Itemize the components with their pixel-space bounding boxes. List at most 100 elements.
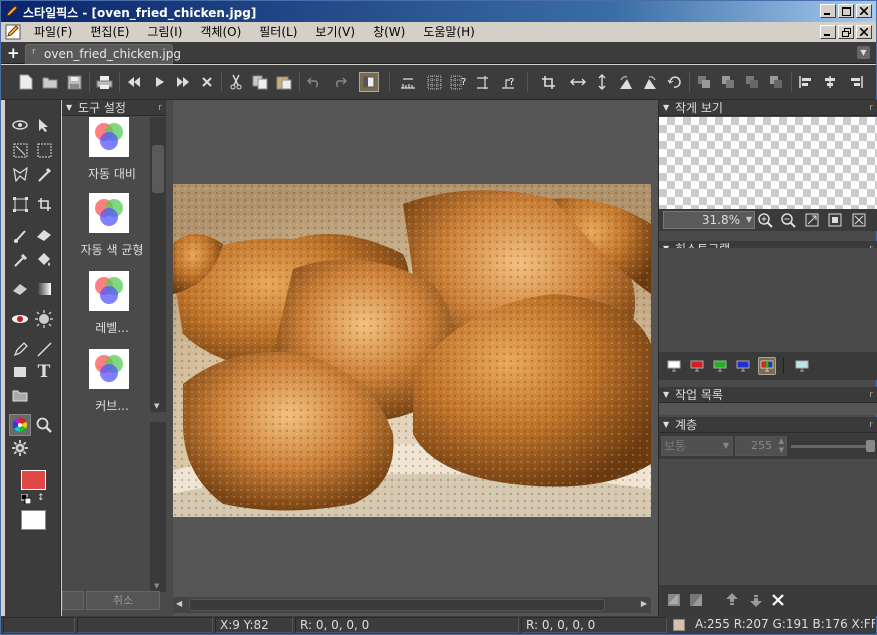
- print-button[interactable]: [95, 73, 113, 91]
- zoom-level-field[interactable]: 31.8% ▼: [663, 211, 755, 229]
- redo-button[interactable]: [331, 73, 349, 91]
- shape-tool[interactable]: [9, 361, 31, 383]
- minimize-button[interactable]: [820, 4, 836, 18]
- clone-tool[interactable]: [9, 248, 31, 270]
- toggle-panel-button[interactable]: [359, 72, 379, 92]
- canvas-splitter[interactable]: [166, 100, 173, 616]
- forward-button[interactable]: [174, 73, 192, 91]
- channel-blue-button[interactable]: [734, 357, 752, 375]
- eye-tool[interactable]: [9, 114, 31, 136]
- menu-edit[interactable]: 편집(E): [81, 24, 138, 40]
- pin-icon[interactable]: r: [869, 387, 873, 403]
- doc-close-button[interactable]: [856, 25, 872, 39]
- new-tab-button[interactable]: +: [7, 44, 20, 62]
- scroll-down-icon[interactable]: ▼: [154, 582, 159, 590]
- bring-forward-button[interactable]: [719, 73, 737, 91]
- guide-button[interactable]: [473, 73, 491, 91]
- pin-icon[interactable]: r: [869, 100, 873, 116]
- duplicate-layer-button[interactable]: [687, 591, 705, 609]
- lasso-tool[interactable]: [9, 163, 31, 185]
- scrollbar-thumb[interactable]: [152, 145, 164, 193]
- eraser-tool[interactable]: [33, 224, 55, 246]
- line-tool[interactable]: [33, 338, 55, 360]
- preset-levels[interactable]: 레벨...: [62, 271, 148, 349]
- first-frame-button[interactable]: [125, 73, 143, 91]
- swap-colors-icon[interactable]: ↕: [37, 493, 45, 503]
- channel-green-button[interactable]: [711, 357, 729, 375]
- cut-button[interactable]: [227, 73, 245, 91]
- smudge-tool[interactable]: [9, 278, 31, 300]
- crop-button[interactable]: [539, 73, 557, 91]
- align-left-button[interactable]: [797, 73, 815, 91]
- pointer-tool[interactable]: [33, 114, 55, 136]
- preset-curves[interactable]: 커브...: [62, 349, 148, 427]
- task-list[interactable]: [659, 403, 877, 415]
- scrollbar-thumb[interactable]: [189, 599, 605, 611]
- fill-tool[interactable]: [33, 248, 55, 270]
- scroll-right-icon[interactable]: ▶: [641, 599, 647, 608]
- options-scrollbar[interactable]: ▼: [150, 422, 166, 592]
- menu-file[interactable]: 파일(F): [25, 24, 81, 40]
- move-layer-down-button[interactable]: [747, 591, 765, 609]
- presets-scrollbar[interactable]: ▼: [150, 117, 166, 412]
- doc-restore-button[interactable]: [838, 25, 854, 39]
- guide-help-button[interactable]: ?: [499, 73, 517, 91]
- pin-icon[interactable]: r: [158, 100, 162, 116]
- align-right-button[interactable]: [847, 73, 865, 91]
- tab-list-button[interactable]: ▼: [857, 46, 870, 59]
- new-layer-button[interactable]: [665, 591, 683, 609]
- apply-button[interactable]: [62, 591, 84, 610]
- scroll-left-icon[interactable]: ◀: [176, 599, 182, 608]
- save-button[interactable]: [65, 73, 83, 91]
- full-screen-button[interactable]: [851, 212, 867, 228]
- canvas-area[interactable]: ◀ ▶: [166, 100, 658, 616]
- flip-horizontal-button[interactable]: [569, 73, 587, 91]
- navigator-preview[interactable]: [659, 117, 877, 209]
- doc-minimize-button[interactable]: [820, 25, 836, 39]
- layers-header[interactable]: ▼ 계층 r: [659, 417, 877, 433]
- document-image[interactable]: [173, 184, 651, 517]
- horizontal-scrollbar[interactable]: ◀ ▶: [173, 597, 651, 613]
- undo-button[interactable]: [305, 73, 323, 91]
- new-button[interactable]: [17, 73, 35, 91]
- task-list-header[interactable]: ▼ 작업 목록 r: [659, 387, 877, 403]
- navigator-header[interactable]: ▼ 작게 보기 r: [659, 100, 877, 116]
- title-bar[interactable]: 스타일픽스 - [oven_fried_chicken.jpg]: [1, 1, 876, 22]
- transform-tool[interactable]: [9, 193, 31, 215]
- text-tool[interactable]: T: [33, 361, 55, 383]
- zoom-tool[interactable]: [33, 414, 55, 436]
- menu-window[interactable]: 창(W): [364, 24, 414, 40]
- zoom-in-button[interactable]: [757, 212, 773, 228]
- delete-layer-button[interactable]: [769, 591, 787, 609]
- grid-button[interactable]: [399, 73, 417, 91]
- align-center-button[interactable]: [821, 73, 839, 91]
- channel-luminance-button[interactable]: [793, 357, 811, 375]
- menu-image[interactable]: 그림(I): [138, 24, 191, 40]
- slider-knob[interactable]: [866, 440, 875, 452]
- rotate-left-button[interactable]: [617, 73, 635, 91]
- show-grid-button[interactable]: [425, 73, 443, 91]
- menu-view[interactable]: 보기(V): [306, 24, 364, 40]
- flip-vertical-button[interactable]: [593, 73, 611, 91]
- document-pencil-icon[interactable]: [5, 24, 21, 40]
- play-button[interactable]: [151, 73, 169, 91]
- open-button[interactable]: [41, 73, 59, 91]
- tool-settings-header[interactable]: ▼ 도구 설정 r: [62, 100, 166, 116]
- channel-red-button[interactable]: [688, 357, 706, 375]
- bring-front-button[interactable]: [695, 73, 713, 91]
- fit-window-button[interactable]: [804, 212, 820, 228]
- move-layer-up-button[interactable]: [723, 591, 741, 609]
- effect-tool[interactable]: [33, 308, 55, 330]
- snap-grid-button[interactable]: ?: [449, 73, 467, 91]
- channel-rgb-button[interactable]: [758, 357, 776, 375]
- layer-list[interactable]: [659, 459, 877, 585]
- rect-select-tool[interactable]: [33, 139, 55, 161]
- free-rotate-button[interactable]: [665, 73, 683, 91]
- brush-tool[interactable]: [9, 224, 31, 246]
- crop-tool[interactable]: [33, 193, 55, 215]
- select-object-tool[interactable]: [9, 139, 31, 161]
- document-tab[interactable]: r oven_fried_chicken.jpg: [25, 44, 181, 64]
- scroll-down-icon[interactable]: ▼: [154, 402, 159, 410]
- actual-size-button[interactable]: [827, 212, 843, 228]
- pen-tool[interactable]: [9, 338, 31, 360]
